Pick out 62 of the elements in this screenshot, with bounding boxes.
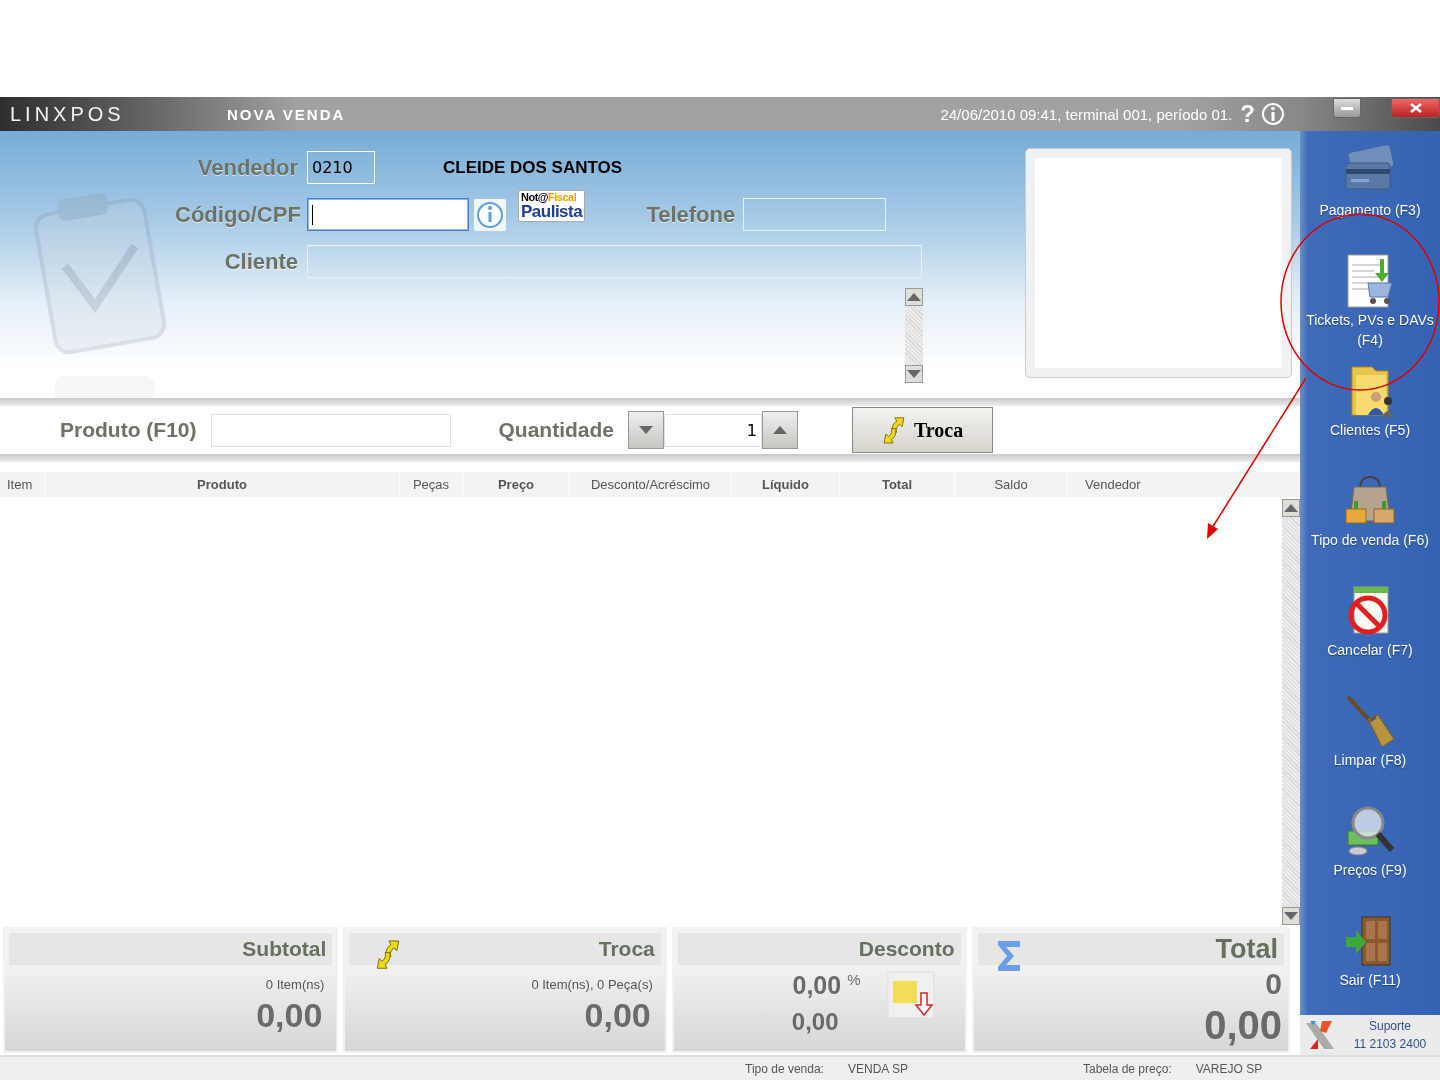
item-count: 0 Item(ns) (265, 977, 325, 993)
nota-fiscal-paulista-logo: Not@Fiscal Paulista (518, 189, 586, 222)
client-field[interactable] (307, 245, 922, 278)
app-logo: LINXPOS (10, 102, 126, 126)
sidebar-button[interactable]: Clientes (F5) (1300, 351, 1440, 461)
item-count: 0 Item(ns), 0 Peça(s) (531, 977, 653, 993)
field-label: Telefone (645, 201, 736, 228)
decrease-button[interactable] (628, 411, 664, 450)
up-arrow-icon (773, 426, 787, 435)
window-title: NOVA VENDA (227, 105, 347, 123)
item-count: 0 (1265, 967, 1282, 1002)
down-arrow-icon (639, 426, 653, 435)
panel-title: Desconto (858, 937, 955, 962)
increase-button[interactable] (762, 411, 798, 450)
panel-title: Troca (598, 937, 655, 962)
info-icon[interactable] (474, 198, 506, 231)
field-label: Vendedor (196, 154, 298, 181)
exchange-icon (375, 939, 402, 971)
status-label: Tabela de preço: (1083, 1061, 1172, 1076)
panel-title: Subtotal (242, 937, 327, 962)
x-logo-icon (1304, 1019, 1336, 1051)
support-title: Suporte (1369, 1018, 1411, 1035)
exchange-value: 0,00 (584, 996, 651, 1036)
close-button[interactable] (1391, 98, 1440, 118)
seller-name: CLEIDE DOS SANTOS (443, 157, 623, 178)
exchange-icon (881, 415, 906, 445)
status-value: VAREJO SP (1195, 1061, 1263, 1076)
seller-code-field[interactable]: 0210 (307, 151, 375, 184)
sidebar-button[interactable]: Sair (F11) (1300, 901, 1440, 1011)
up-arrow-icon (1284, 504, 1298, 513)
scrollbar[interactable] (1282, 499, 1300, 926)
phone-field[interactable] (743, 198, 887, 231)
field-label: Cliente (223, 248, 298, 275)
scrollbar[interactable] (905, 288, 923, 383)
status-value: VENDA SP (847, 1061, 908, 1076)
quantity-label: Quantidade (498, 418, 614, 443)
sidebar-button[interactable]: Limpar (F8) (1300, 681, 1440, 791)
subtotal-value: 0,00 (256, 996, 323, 1036)
cpf-field[interactable] (307, 198, 469, 231)
sidebar-button[interactable]: Cancelar (F7) (1300, 571, 1440, 681)
down-arrow-icon (907, 370, 921, 378)
support-phone: 11 2103 2400 (1353, 1036, 1427, 1053)
sidebar-button[interactable]: Pagamento (F3) (1300, 131, 1440, 241)
quantity-field[interactable]: 1 (664, 413, 762, 447)
product-field[interactable] (210, 413, 451, 447)
discount-percent: 0,00 % (792, 971, 861, 1001)
status-label: Tipo de venda: (745, 1061, 824, 1076)
panel-title: Total (1215, 933, 1278, 965)
session-info: 24/06/2010 09:41, terminal 001, período 01. (940, 105, 1233, 123)
up-arrow-icon (907, 293, 921, 301)
sidebar-button[interactable]: Preços (F9) (1300, 791, 1440, 901)
discount-value: 0,00 (791, 1008, 839, 1037)
minimize-button[interactable] (1333, 98, 1361, 118)
minimize-icon (1341, 106, 1353, 110)
info-icon[interactable] (1261, 102, 1285, 126)
close-icon (1409, 103, 1422, 113)
product-label: Produto (F10) (60, 418, 197, 443)
sidebar-button[interactable]: Tipo de venda (F6) (1300, 461, 1440, 571)
field-label: Código/CPF (175, 201, 298, 228)
down-arrow-icon (1284, 912, 1298, 921)
exchange-button[interactable]: Troca (852, 407, 993, 454)
total-value: 0,00 (1204, 1003, 1282, 1049)
